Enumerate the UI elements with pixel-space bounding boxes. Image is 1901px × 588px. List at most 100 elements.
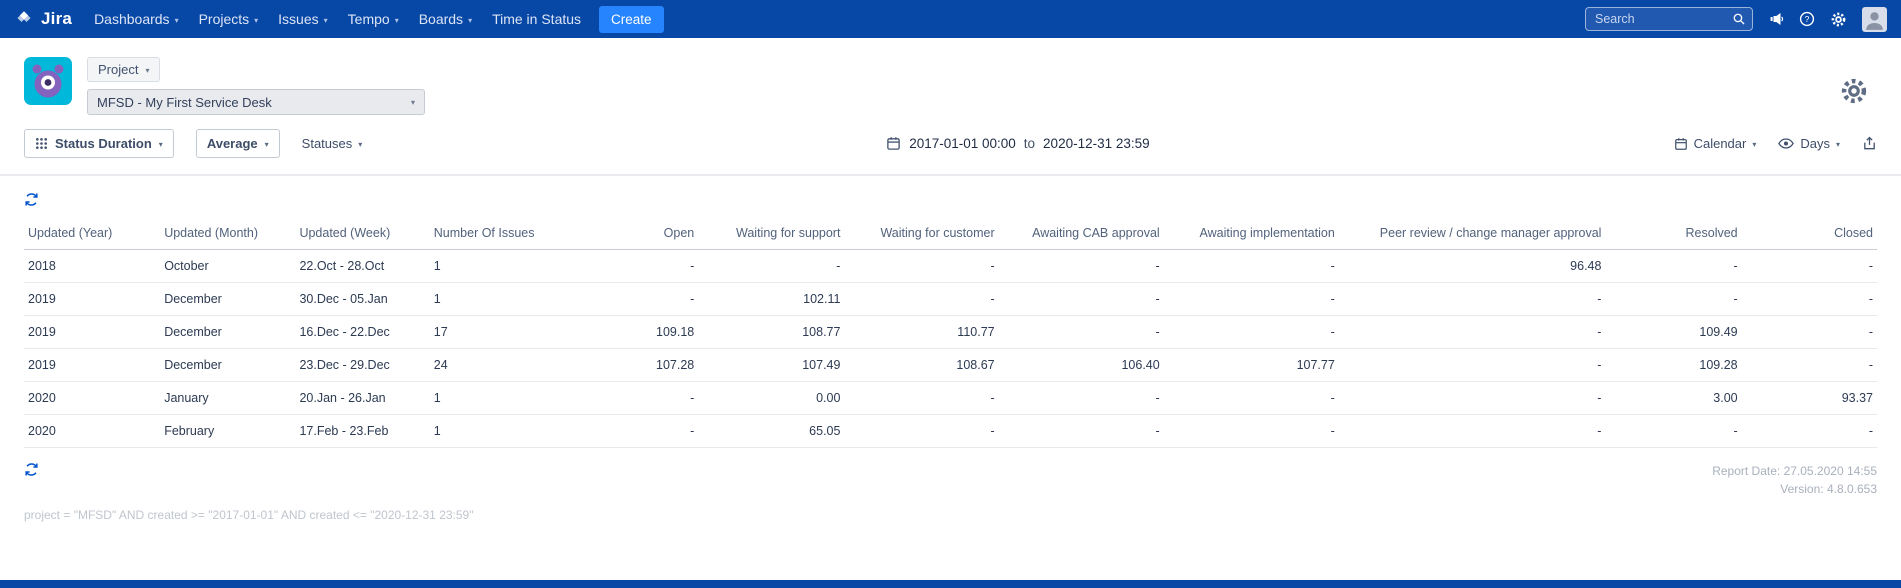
cell: 109.49 [1605, 315, 1742, 349]
report-type-label: Status Duration [55, 136, 152, 151]
cell: - [844, 249, 999, 283]
cell: - [1163, 249, 1339, 283]
cell: - [998, 414, 1164, 448]
cell: 109.18 [578, 315, 699, 349]
help-icon[interactable]: ? [1799, 11, 1815, 27]
project-select[interactable]: MFSD - My First Service Desk ▾ [87, 89, 425, 115]
cell: 2018 [24, 249, 161, 283]
calendar-dropdown-label: Calendar [1693, 136, 1747, 151]
table-row: 2020 January 20.Jan - 26.Jan 1-0.00- - - -3.00… [24, 381, 1877, 415]
column-header: Number Of Issues [429, 216, 579, 250]
project-scope-label: Project [98, 62, 139, 77]
cell: - [1163, 414, 1339, 448]
cell: January [160, 381, 296, 415]
cell: - [1338, 381, 1606, 415]
jira-logo-icon [14, 9, 34, 29]
cell: 93.37 [1741, 381, 1877, 415]
report-type-button[interactable]: Status Duration ▾ [24, 129, 174, 158]
cell: 107.28 [578, 348, 699, 382]
cell: - [998, 282, 1164, 316]
cell: December [160, 282, 296, 316]
eye-icon [1778, 138, 1795, 149]
refresh-icon[interactable] [24, 462, 39, 477]
cell: 106.40 [998, 348, 1164, 382]
jira-home-link[interactable]: Jira [14, 9, 72, 29]
nav-item-label: Boards [418, 11, 464, 27]
nav-item-issues[interactable]: Issues ▾ [268, 0, 337, 38]
table-header-row: Updated (Year) Updated (Month) Updated (We… [24, 216, 1877, 250]
nav-item-time-in-status[interactable]: Time in Status [482, 0, 591, 38]
cell: - [998, 315, 1164, 349]
chevron-down-icon: ▾ [1752, 139, 1757, 149]
chevron-down-icon: ▾ [468, 15, 473, 25]
column-header: Peer review / change manager approval [1338, 216, 1606, 250]
nav-item-label: Issues [278, 11, 319, 27]
cell: - [844, 381, 999, 415]
export-button[interactable] [1862, 136, 1877, 151]
nav-item-dashboards[interactable]: Dashboards ▾ [84, 0, 189, 38]
nav-item-label: Projects [198, 11, 250, 27]
announcement-icon[interactable] [1768, 11, 1784, 27]
cell: - [1605, 282, 1742, 316]
status-duration-table: Updated (Year) Updated (Month) Updated (We… [24, 216, 1877, 448]
cell: - [1605, 414, 1742, 448]
report-settings-gear-icon[interactable] [1839, 76, 1869, 111]
units-dropdown-label: Days [1800, 136, 1830, 151]
project-scope-button[interactable]: Project ▾ [87, 57, 161, 82]
project-controls: Project ▾ MFSD - My First Service Desk ▾ [87, 57, 425, 115]
cell: 109.28 [1605, 348, 1742, 382]
search-input[interactable] [1585, 7, 1753, 31]
cell: 2019 [24, 282, 161, 316]
refresh-icon[interactable] [24, 192, 39, 207]
cell: 2020 [24, 381, 161, 415]
toolbar-right-group: Calendar ▾ Days ▾ [1674, 136, 1877, 151]
cell: 17.Feb - 23.Feb [295, 414, 430, 448]
cell: 2019 [24, 315, 161, 349]
cell: - [1741, 315, 1877, 349]
column-header: Closed [1741, 216, 1877, 250]
date-range[interactable]: 2017-01-01 00:00 to 2020-12-31 23:59 [362, 136, 1673, 151]
project-avatar[interactable] [24, 57, 72, 105]
footer-bar [0, 580, 1901, 588]
chevron-down-icon: ▾ [323, 15, 328, 25]
cell: 0.00 [698, 381, 845, 415]
date-from: 2017-01-01 00:00 [909, 136, 1016, 151]
export-icon [1862, 136, 1877, 151]
cell: 24 [429, 348, 579, 382]
navbar-right-group: ? [1585, 6, 1887, 32]
cell: - [578, 249, 699, 283]
cell: - [578, 381, 699, 415]
cell: 102.11 [698, 282, 845, 316]
chevron-down-icon: ▾ [1835, 139, 1840, 149]
aggregation-button[interactable]: Average ▾ [195, 129, 280, 158]
report-meta: Report Date: 27.05.2020 14:55 Version: 4… [1712, 462, 1877, 498]
cell: 17 [429, 315, 579, 349]
cell: - [698, 249, 845, 283]
chevron-down-icon: ▾ [410, 98, 415, 107]
cell: 2019 [24, 348, 161, 382]
nav-item-projects[interactable]: Projects ▾ [189, 0, 269, 38]
cell: - [1741, 249, 1877, 283]
statuses-dropdown[interactable]: Statuses ▾ [302, 136, 363, 151]
units-dropdown[interactable]: Days ▾ [1778, 136, 1840, 151]
nav-item-boards[interactable]: Boards ▾ [409, 0, 482, 38]
search-icon[interactable] [1732, 12, 1746, 26]
report-version: Version: 4.8.0.653 [1780, 482, 1877, 496]
cell: 23.Dec - 29.Dec [295, 348, 430, 382]
cell: 108.77 [698, 315, 845, 349]
cell: - [1741, 348, 1877, 382]
nav-item-tempo[interactable]: Tempo ▾ [338, 0, 409, 38]
page-header: Project ▾ MFSD - My First Service Desk ▾ [0, 38, 1901, 119]
top-navbar: Jira Dashboards ▾ Projects ▾ Issues ▾ Tempo ▾ Bo… [0, 0, 1901, 38]
calendar-dropdown[interactable]: Calendar ▾ [1674, 136, 1757, 151]
cell: - [578, 282, 699, 316]
user-avatar[interactable] [1862, 6, 1887, 32]
column-header: Open [578, 216, 699, 250]
cell: 1 [429, 282, 579, 316]
cell: 22.Oct - 28.Oct [295, 249, 430, 283]
cell: - [1163, 315, 1339, 349]
table-row: 2018 October 22.Oct - 28.Oct 1- - - - -96.48- - [24, 249, 1877, 283]
cell: - [844, 282, 999, 316]
create-button[interactable]: Create [599, 5, 664, 33]
settings-gear-icon[interactable] [1830, 11, 1847, 28]
